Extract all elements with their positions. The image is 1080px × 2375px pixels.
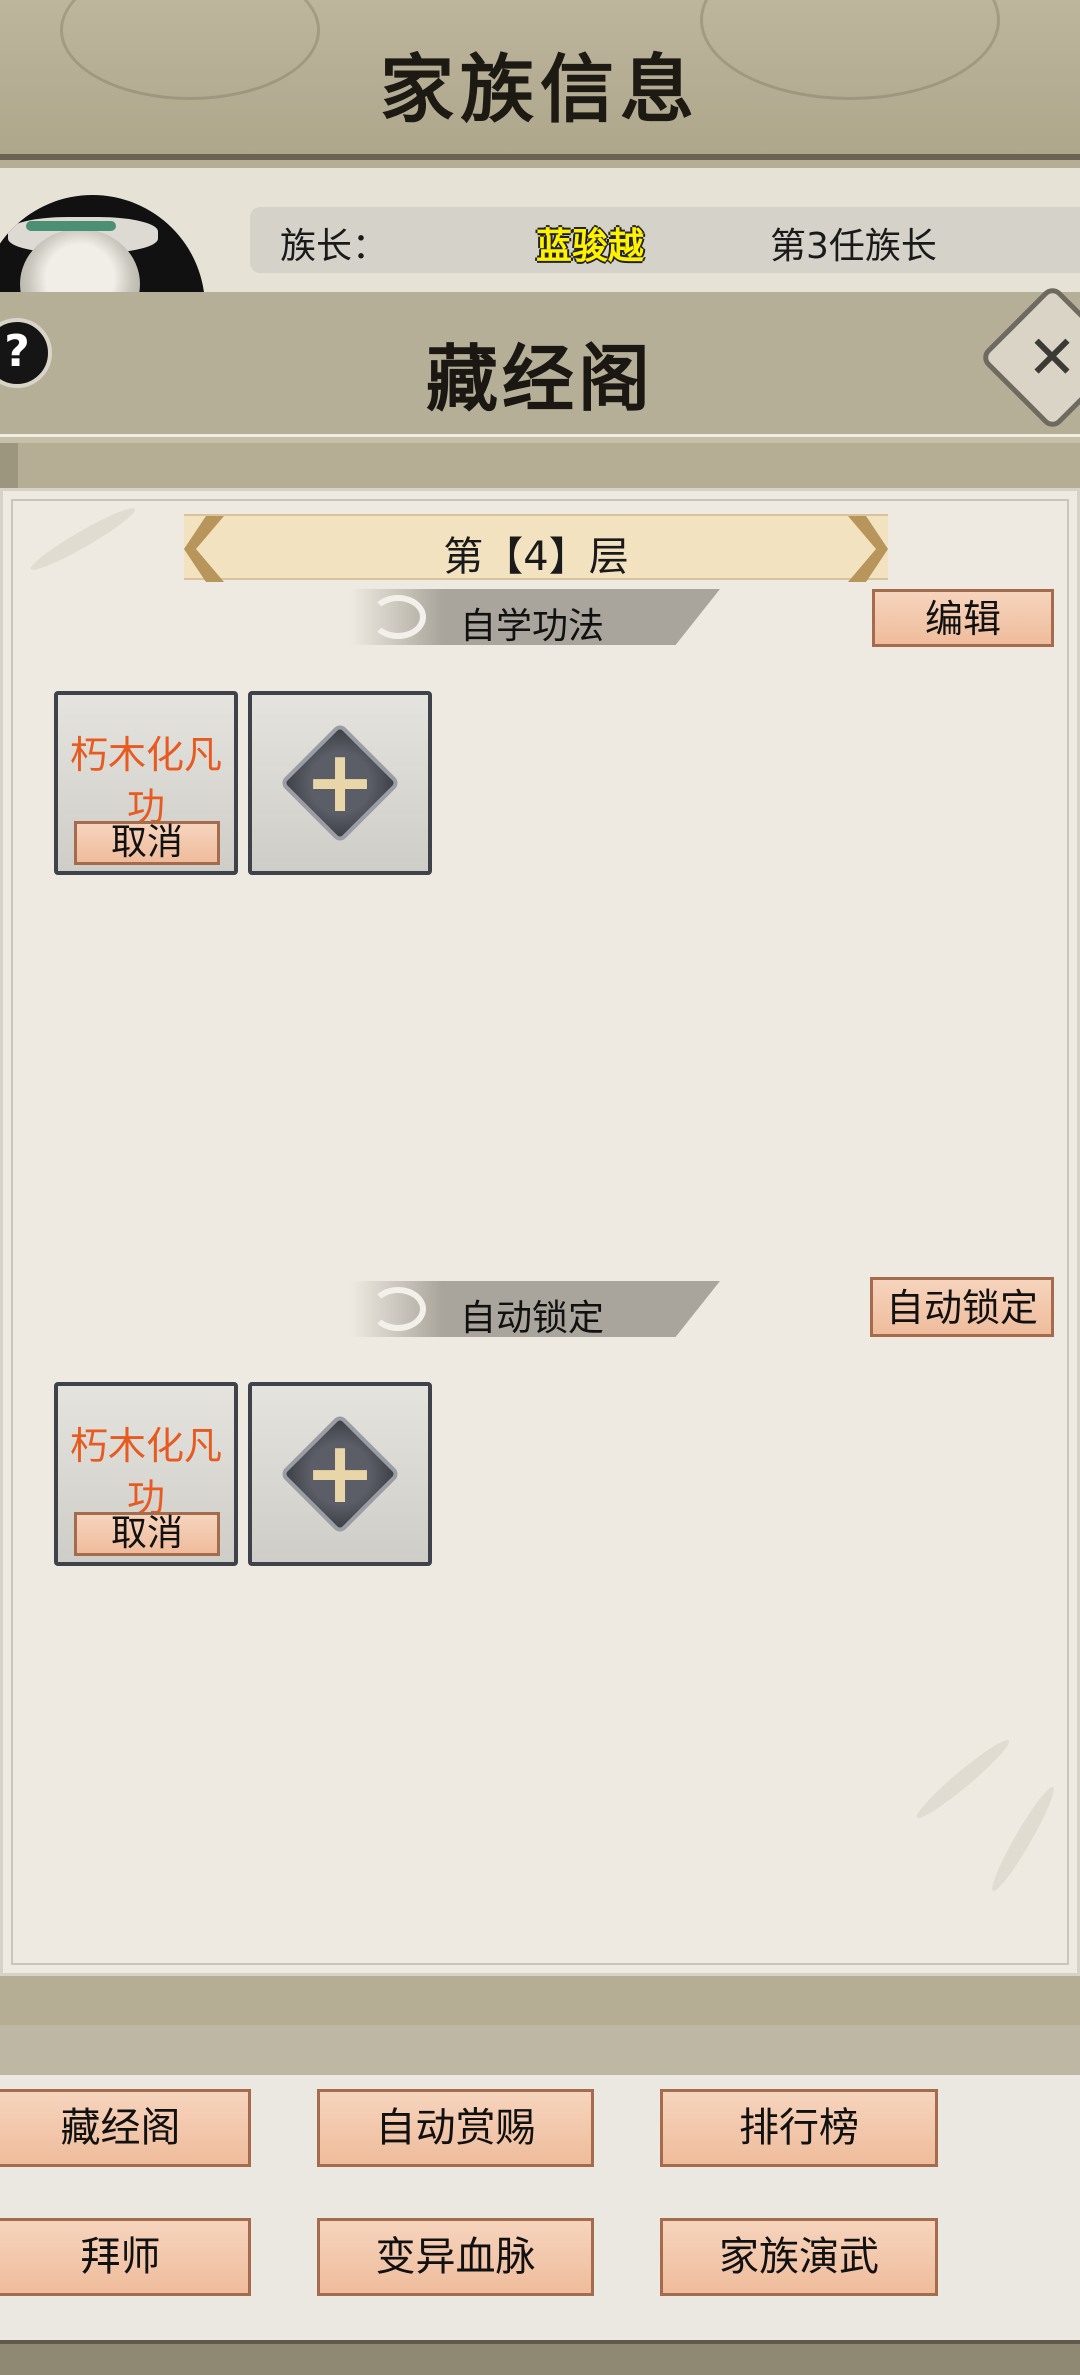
nav-auto-reward-button[interactable]: 自动赏赐: [317, 2089, 594, 2167]
bottom-divider: [0, 2025, 1080, 2075]
chief-rank: 第3任族长: [770, 226, 937, 267]
close-icon[interactable]: ✕: [1012, 318, 1080, 398]
nav-library-button[interactable]: 藏经阁: [0, 2089, 251, 2167]
library-modal-header: 藏经阁: [0, 292, 1080, 437]
chief-name[interactable]: 蓝骏越: [500, 217, 680, 269]
page-title: 家族信息: [380, 47, 700, 133]
cancel-button[interactable]: 取消: [74, 821, 220, 865]
section-title: 自学功法: [460, 606, 605, 647]
section-header-self-study: 自学功法: [350, 589, 720, 645]
floor-selector: 第【4】层: [184, 514, 888, 582]
cloud-icon: [370, 595, 426, 639]
floor-label: 第【4】层: [443, 534, 629, 580]
technique-slot[interactable]: 朽木化凡功 取消: [54, 1382, 238, 1566]
cancel-button[interactable]: 取消: [74, 1512, 220, 1556]
add-technique-slot[interactable]: +: [248, 1382, 432, 1566]
nav-martial-contest-button[interactable]: 家族演武: [660, 2218, 938, 2296]
edit-button[interactable]: 编辑: [872, 589, 1054, 647]
technique-slot[interactable]: 朽木化凡功 取消: [54, 691, 238, 875]
nav-leaderboard-button[interactable]: 排行榜: [660, 2089, 938, 2167]
cloud-icon: [370, 1287, 426, 1331]
nav-bloodline-button[interactable]: 变异血脉: [317, 2218, 594, 2296]
family-info-header: 家族信息: [0, 0, 1080, 160]
chief-info-bar: 族长： 蓝骏越 第3任族长: [250, 207, 1080, 273]
plus-icon: +: [303, 1423, 377, 1523]
chief-label: 族长：: [280, 226, 389, 267]
add-technique-slot[interactable]: +: [248, 691, 432, 875]
section-header-auto-lock: 自动锁定: [350, 1281, 720, 1337]
section-title: 自动锁定: [460, 1298, 605, 1339]
nav-apprentice-button[interactable]: 拜师: [0, 2218, 251, 2296]
modal-title: 藏经阁: [425, 336, 654, 421]
bottom-edge: [0, 2340, 1080, 2375]
auto-lock-button[interactable]: 自动锁定: [870, 1277, 1054, 1337]
avatar-hairpin: [26, 221, 116, 231]
plus-icon: +: [303, 732, 377, 832]
